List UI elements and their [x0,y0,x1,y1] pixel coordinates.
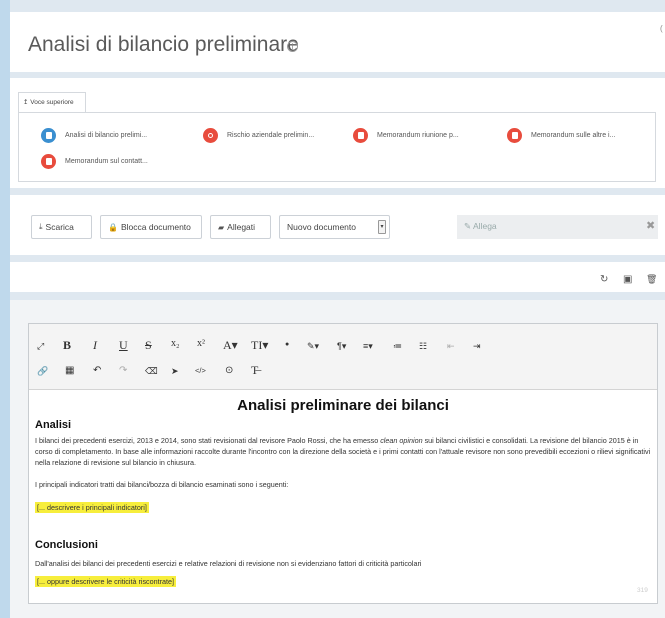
redo-icon[interactable]: ↷ [119,365,127,376]
new-document-select[interactable]: Nuovo documento ▾ [279,215,390,239]
linked-doc-label: Rischio aziendale prelimin... [227,132,315,139]
help-icon[interactable]: ⊙ [225,365,233,376]
clear-format-icon[interactable]: T̶ [251,363,258,378]
word-count: 319 [637,587,648,594]
document-icon [41,128,56,143]
lock-document-button[interactable]: 🔒 Blocca documento [100,215,202,239]
document-icon [41,154,56,169]
page-title: Analisi di bilancio preliminare [28,33,299,56]
section-title-analisi: Analisi [35,419,72,431]
fullscreen-icon[interactable]: ⤢ [37,341,44,352]
trash-icon[interactable]: 🗑 [646,274,657,285]
download-button[interactable]: ⤓ Scarica [31,215,92,239]
subscript-button[interactable]: x₂ [171,338,180,349]
font-color-dropdown[interactable]: A▾ [223,338,238,353]
superscript-button[interactable]: x² [197,338,205,349]
font-size-dropdown[interactable]: TI▾ [251,338,268,353]
download-label: Scarica [45,222,74,232]
chevron-down-icon: ▾ [378,220,386,234]
linked-doc-label: Analisi di bilancio prelimi... [65,132,148,139]
section-title-conclusioni: Conclusioni [35,539,98,551]
linked-doc-label: Memorandum riunione p... [377,132,459,139]
document-icon [353,128,368,143]
linked-doc-item[interactable]: Memorandum sulle altre i... [507,128,615,143]
save-icon[interactable]: ▣ [623,274,632,285]
linked-doc-label: Memorandum sul contatt... [65,158,148,165]
risk-icon [203,128,218,143]
ordered-list-icon[interactable]: ≔ [393,341,402,352]
linked-doc-item[interactable]: Memorandum riunione p... [353,128,459,143]
info-icon[interactable]: i [287,41,298,52]
editor-toolbar: ⤢ B I U S x₂ x² A▾ TI▾ ● ✎▾ ¶▾ ≡▾ ≔ ☷ ⇤ … [29,324,657,390]
unordered-list-icon[interactable]: ☷ [419,341,427,352]
lock-icon: 🔒 [108,222,118,232]
pointer-icon[interactable]: ➤ [171,366,179,377]
linked-doc-item[interactable]: Rischio aziendale prelimin... [203,128,314,143]
linked-doc-label: Memorandum sulle altre i... [531,132,616,139]
italic-button[interactable]: I [93,338,97,353]
paragraph-indicatori: I principali indicatori tratti dai bilan… [35,480,289,489]
strikethrough-button[interactable]: S [145,338,152,353]
bold-button[interactable]: B [63,338,71,353]
attachments-label: Allegati [227,222,256,232]
paint-brush-icon[interactable]: ✎▾ [307,341,319,352]
paragraph-analisi: I bilanci dei precedenti esercizi, 2013 … [35,436,651,467]
document-icon [507,128,522,143]
attachments-button[interactable]: ▰ Allegati [210,215,271,239]
corner-mark: ( [660,24,663,33]
rich-text-editor[interactable]: ⤢ B I U S x₂ x² A▾ TI▾ ● ✎▾ ¶▾ ≡▾ ≔ ☷ ⇤ … [28,323,658,604]
underline-button[interactable]: U [119,338,128,353]
linked-documents: Analisi di bilancio prelimi... Rischio a… [18,112,656,182]
highlight-placeholder: [... oppure descrivere le criticità risc… [35,576,177,587]
color-icon[interactable]: ● [285,341,289,348]
document-heading: Analisi preliminare dei bilanci [237,397,449,414]
parent-item-link[interactable]: ↥ Voce superiore [18,92,86,112]
table-icon[interactable]: ▦ [65,365,74,376]
close-icon[interactable]: ✖ [646,219,655,232]
folder-icon: ▰ [218,222,225,232]
new-document-selected: Nuovo documento [287,222,356,232]
code-view-icon[interactable]: </> [195,366,206,375]
paragraph-dropdown[interactable]: ¶▾ [337,341,346,352]
undo-icon[interactable]: ↶ [93,365,101,376]
download-icon: ⤓ [39,222,43,231]
eraser-icon[interactable]: ⌫ [145,366,158,377]
outdent-icon[interactable]: ⇤ [447,341,455,352]
refresh-icon[interactable]: ↻ [600,274,608,285]
linked-doc-item[interactable]: Memorandum sul contatt... [41,154,148,169]
attach-input[interactable]: ✎ Allega [457,215,658,239]
highlight-placeholder: [... descrivere i principali indicatori] [35,502,149,513]
doc-tools-panel [10,262,665,292]
paragraph-conclusioni: Dall'analisi dei bilanci dei precedenti … [35,559,422,568]
indent-icon[interactable]: ⇥ [473,341,481,352]
link-icon[interactable]: 🔗 [37,366,48,377]
linked-doc-item[interactable]: Analisi di bilancio prelimi... [41,128,147,143]
lock-label: Blocca documento [120,222,191,232]
align-dropdown[interactable]: ≡▾ [363,341,373,352]
